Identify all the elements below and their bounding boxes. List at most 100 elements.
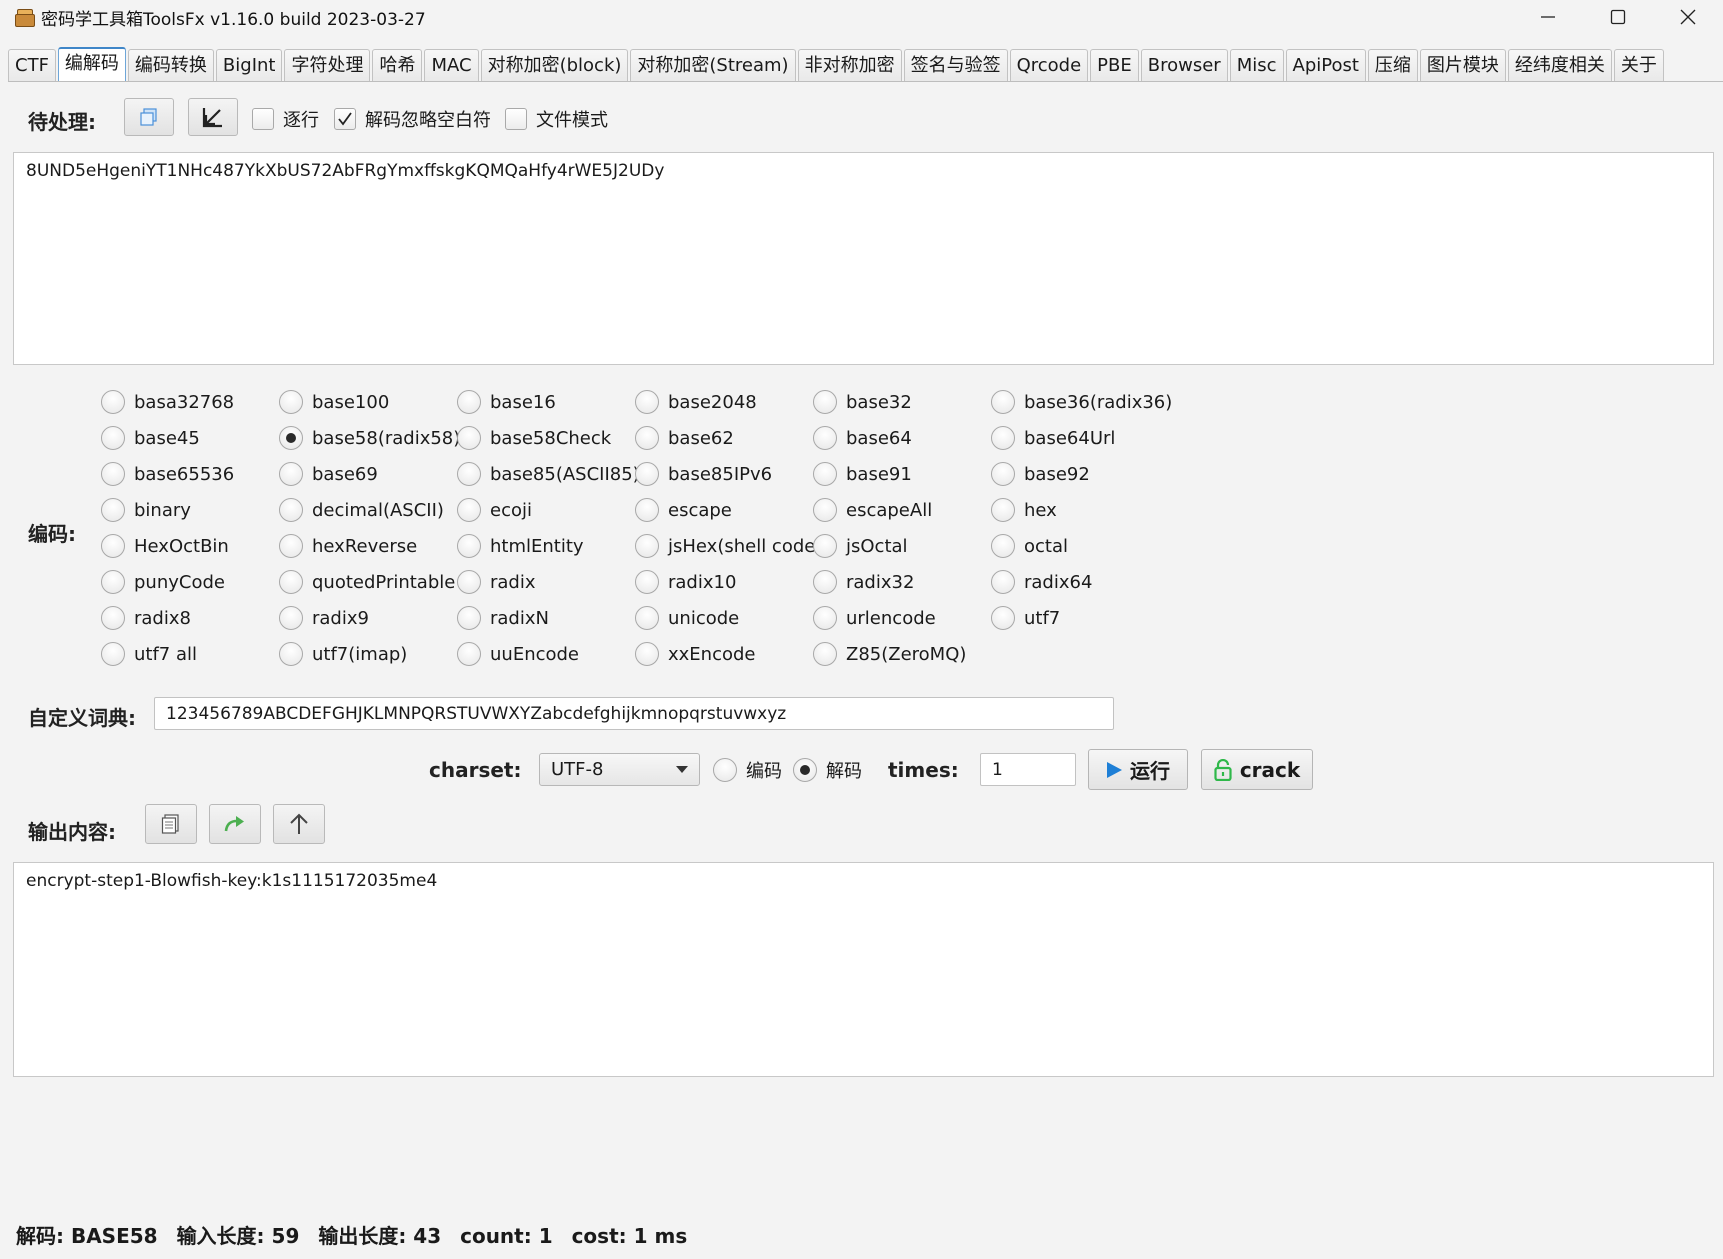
tab-18[interactable]: 图片模块 <box>1419 49 1506 81</box>
tab-3[interactable]: 编码转换 <box>127 49 214 81</box>
radio-circle <box>813 534 837 558</box>
close-button[interactable] <box>1653 0 1723 34</box>
encoding-option-28[interactable]: jsHex(shell code) <box>635 528 822 564</box>
encoding-option-46[interactable]: xxEncode <box>635 636 813 672</box>
line-by-line-checkbox[interactable]: 逐行 <box>252 106 319 132</box>
import-input-button[interactable] <box>188 98 238 136</box>
ignore-whitespace-checkbox[interactable]: 解码忽略空白符 <box>334 106 491 132</box>
radio-label: radix8 <box>134 607 191 629</box>
encoding-option-10[interactable]: base62 <box>635 420 813 456</box>
radio-circle <box>813 570 837 594</box>
tab-2[interactable]: 编解码 <box>57 47 126 81</box>
encoding-option-35[interactable]: radix32 <box>813 564 991 600</box>
encoding-option-12[interactable]: base64Url <box>991 420 1191 456</box>
radio-circle <box>279 498 303 522</box>
move-up-button[interactable] <box>273 804 325 844</box>
encoding-option-43[interactable]: utf7 all <box>101 636 279 672</box>
tab-20[interactable]: 关于 <box>1613 49 1664 81</box>
encoding-option-40[interactable]: unicode <box>635 600 813 636</box>
encoding-option-25[interactable]: HexOctBin <box>101 528 279 564</box>
encoding-option-34[interactable]: radix10 <box>635 564 813 600</box>
charset-select[interactable]: UTF-8 <box>539 753 700 786</box>
encoding-option-3[interactable]: base16 <box>457 384 635 420</box>
encoding-option-16[interactable]: base85IPv6 <box>635 456 813 492</box>
encoding-option-36[interactable]: radix64 <box>991 564 1191 600</box>
input-textarea[interactable]: 8UND5eHgeniYT1NHc487YkXbUS72AbFRgYmxffsk… <box>13 152 1714 365</box>
tab-16[interactable]: ApiPost <box>1285 49 1366 81</box>
radio-label: utf7 <box>1024 607 1061 629</box>
tab-4[interactable]: BigInt <box>215 49 283 81</box>
tab-17[interactable]: 压缩 <box>1367 49 1418 81</box>
encoding-option-7[interactable]: base45 <box>101 420 279 456</box>
tab-7[interactable]: MAC <box>424 49 479 81</box>
dictionary-input[interactable]: 123456789ABCDEFGHJKLMNPQRSTUVWXYZabcdefg… <box>154 697 1114 730</box>
encoding-option-5[interactable]: base32 <box>813 384 991 420</box>
encoding-option-23[interactable]: escapeAll <box>813 492 991 528</box>
encoding-option-11[interactable]: base64 <box>813 420 991 456</box>
encoding-option-42[interactable]: utf7 <box>991 600 1191 636</box>
radio-label: punyCode <box>134 571 225 593</box>
encoding-option-13[interactable]: base65536 <box>101 456 279 492</box>
minimize-button[interactable] <box>1513 0 1583 34</box>
tab-12[interactable]: Qrcode <box>1009 49 1089 81</box>
maximize-button[interactable] <box>1583 0 1653 34</box>
radio-circle <box>635 498 659 522</box>
tab-8[interactable]: 对称加密(block) <box>480 49 629 81</box>
output-textarea[interactable]: encrypt-step1-Blowfish-key:k1s1115172035… <box>13 862 1714 1077</box>
status-count: count: 1 <box>460 1224 553 1248</box>
encoding-option-29[interactable]: jsOctal <box>813 528 991 564</box>
tab-1[interactable]: CTF <box>8 49 56 81</box>
encoding-option-20[interactable]: decimal(ASCII) <box>279 492 457 528</box>
forward-output-button[interactable] <box>209 804 261 844</box>
encoding-option-21[interactable]: ecoji <box>457 492 635 528</box>
encoding-option-19[interactable]: binary <box>101 492 279 528</box>
encoding-option-9[interactable]: base58Check <box>457 420 635 456</box>
tab-6[interactable]: 哈希 <box>372 49 423 81</box>
encoding-option-8[interactable]: base58(radix58) <box>279 420 460 456</box>
encoding-option-4[interactable]: base2048 <box>635 384 813 420</box>
encoding-option-1[interactable]: basa32768 <box>101 384 279 420</box>
run-button[interactable]: 运行 <box>1088 749 1188 790</box>
tab-13[interactable]: PBE <box>1090 49 1139 81</box>
mode-decode-radio[interactable]: 解码 <box>793 757 862 783</box>
encoding-option-14[interactable]: base69 <box>279 456 457 492</box>
encoding-option-41[interactable]: urlencode <box>813 600 991 636</box>
encoding-option-44[interactable]: utf7(imap) <box>279 636 457 672</box>
mode-encode-radio[interactable]: 编码 <box>713 757 782 783</box>
tab-9[interactable]: 对称加密(Stream) <box>630 49 796 81</box>
encoding-option-6[interactable]: base36(radix36) <box>991 384 1191 420</box>
encoding-option-45[interactable]: uuEncode <box>457 636 635 672</box>
tab-10[interactable]: 非对称加密 <box>797 49 902 81</box>
encoding-option-39[interactable]: radixN <box>457 600 635 636</box>
encoding-option-33[interactable]: radix <box>457 564 635 600</box>
encoding-option-17[interactable]: base91 <box>813 456 991 492</box>
radio-circle <box>813 462 837 486</box>
encoding-option-37[interactable]: radix8 <box>101 600 279 636</box>
radio-label: base36(radix36) <box>1024 391 1173 413</box>
crack-button[interactable]: crack <box>1201 749 1313 790</box>
copy-input-button[interactable] <box>124 98 174 136</box>
encoding-option-2[interactable]: base100 <box>279 384 457 420</box>
tab-14[interactable]: Browser <box>1140 49 1228 81</box>
radio-circle <box>457 498 481 522</box>
encoding-option-18[interactable]: base92 <box>991 456 1191 492</box>
tab-15[interactable]: Misc <box>1229 49 1284 81</box>
encoding-option-38[interactable]: radix9 <box>279 600 457 636</box>
tab-19[interactable]: 经纬度相关 <box>1507 49 1612 81</box>
tab-11[interactable]: 签名与验签 <box>903 49 1008 81</box>
status-bar: 解码: BASE58 输入长度: 59 输出长度: 43 count: 1 co… <box>16 1220 699 1249</box>
encoding-option-26[interactable]: hexReverse <box>279 528 457 564</box>
copy-output-button[interactable] <box>145 804 197 844</box>
file-mode-checkbox[interactable]: 文件模式 <box>505 106 608 132</box>
encoding-option-31[interactable]: punyCode <box>101 564 279 600</box>
encoding-option-32[interactable]: quotedPrintable <box>279 564 457 600</box>
encoding-option-27[interactable]: htmlEntity <box>457 528 635 564</box>
encoding-option-47[interactable]: Z85(ZeroMQ) <box>813 636 991 672</box>
encoding-option-22[interactable]: escape <box>635 492 813 528</box>
tab-5[interactable]: 字符处理 <box>284 49 371 81</box>
times-input[interactable]: 1 <box>980 753 1076 786</box>
encoding-option-24[interactable]: hex <box>991 492 1191 528</box>
radio-label: Z85(ZeroMQ) <box>846 643 967 665</box>
encoding-option-30[interactable]: octal <box>991 528 1191 564</box>
encoding-option-15[interactable]: base85(ASCII85) <box>457 456 640 492</box>
